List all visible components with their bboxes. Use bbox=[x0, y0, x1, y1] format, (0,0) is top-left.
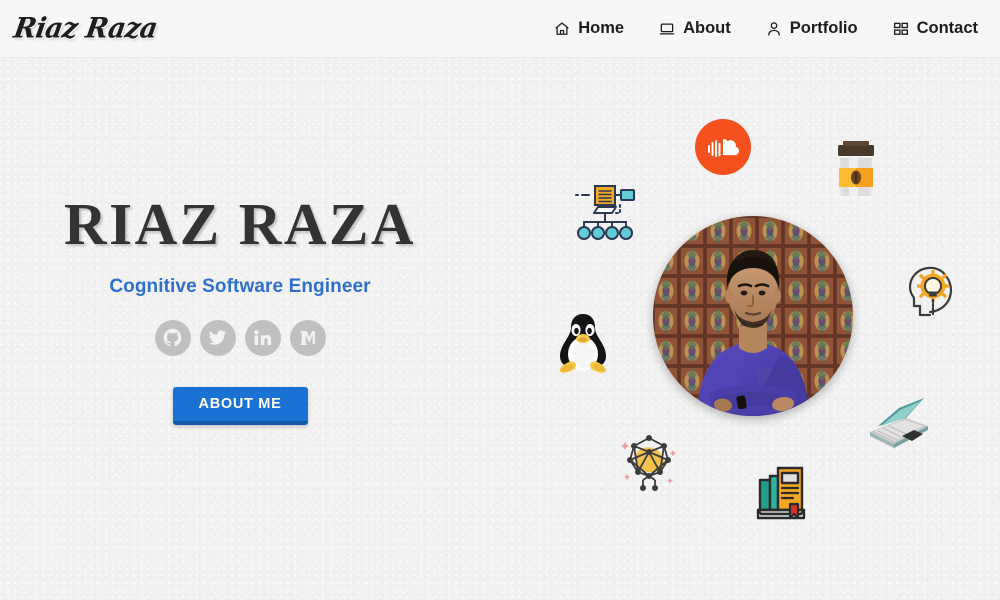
laptop-icon[interactable] bbox=[866, 392, 932, 450]
social-links bbox=[154, 319, 326, 356]
linux-penguin-icon[interactable] bbox=[551, 310, 615, 376]
social-link-twitter[interactable] bbox=[199, 319, 236, 356]
social-link-linkedin[interactable] bbox=[244, 319, 281, 356]
brand-logo[interactable]: Riaz Raza bbox=[11, 12, 159, 44]
neural-network-icon[interactable] bbox=[618, 432, 680, 494]
nav-item-portfolio-label: Portfolio bbox=[789, 19, 858, 37]
hero-tagline: Cognitive Software Engineer bbox=[109, 275, 371, 297]
social-link-github[interactable] bbox=[154, 319, 191, 356]
person-icon bbox=[765, 20, 783, 38]
soundcloud-icon[interactable] bbox=[694, 118, 752, 176]
laptop-icon bbox=[658, 20, 676, 38]
main-nav: Home About Portfolio Contact bbox=[553, 19, 978, 38]
nav-item-home-label: Home bbox=[578, 19, 625, 37]
nav-item-portfolio[interactable]: Portfolio bbox=[765, 19, 858, 38]
nav-item-contact[interactable]: Contact bbox=[892, 19, 978, 38]
avatar[interactable] bbox=[653, 216, 853, 416]
grid-apps-icon bbox=[892, 20, 910, 38]
about-me-button[interactable]: ABOUT ME bbox=[172, 386, 308, 425]
network-diagram-icon[interactable] bbox=[574, 183, 640, 245]
nav-item-about-label: About bbox=[683, 19, 731, 37]
books-icon[interactable] bbox=[754, 460, 810, 522]
hero-right-column bbox=[500, 58, 1000, 600]
hero-left-column: RIAZ RAZA Cognitive Software Engineer AB… bbox=[0, 58, 480, 600]
nav-item-contact-label: Contact bbox=[916, 19, 978, 37]
social-link-medium[interactable] bbox=[289, 319, 326, 356]
site-header: Riaz Raza Home About Portfolio Contact bbox=[0, 0, 1000, 58]
nav-item-about[interactable]: About bbox=[658, 19, 731, 38]
nav-item-home[interactable]: Home bbox=[553, 19, 624, 38]
coffee-cup-icon[interactable] bbox=[830, 138, 882, 200]
page-title: RIAZ RAZA bbox=[64, 191, 416, 258]
home-icon bbox=[553, 20, 571, 38]
idea-head-icon[interactable] bbox=[902, 264, 958, 322]
